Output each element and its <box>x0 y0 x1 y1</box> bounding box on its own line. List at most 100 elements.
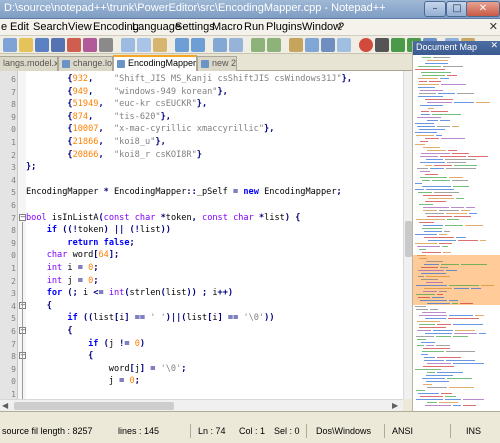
close-file-icon[interactable] <box>67 38 81 52</box>
tab-langs-model-xml[interactable]: langs.model.xml <box>0 56 58 71</box>
vertical-scroll-thumb[interactable] <box>405 221 412 257</box>
status-divider <box>450 424 451 438</box>
menu-plugins[interactable]: Plugins <box>266 21 302 33</box>
document-map-line <box>449 315 473 316</box>
indent-guide-icon[interactable] <box>337 38 351 52</box>
document-map-line <box>437 372 463 373</box>
document-map-line <box>424 360 444 361</box>
document-map-line <box>445 396 456 397</box>
fold-toggle-icon[interactable]: − <box>19 213 26 221</box>
document-map-close-icon[interactable]: ✕ <box>490 41 498 51</box>
document-map-line <box>420 90 443 91</box>
paste-icon[interactable] <box>153 38 167 52</box>
new-file-icon[interactable] <box>3 38 17 52</box>
document-map-line <box>447 378 472 379</box>
document-map-line <box>461 264 487 265</box>
document-map-line <box>446 351 475 352</box>
save-icon[interactable] <box>35 38 49 52</box>
menu-language[interactable]: Language <box>132 21 181 33</box>
minimize-button[interactable]: – <box>424 1 446 17</box>
code-line[interactable]: }; <box>26 158 36 177</box>
document-map-line <box>427 372 435 373</box>
document-map-line <box>430 309 438 310</box>
document-map-line <box>430 168 444 169</box>
code-line[interactable]: for (; i <= int(strlen(list)) ; i++) <box>26 284 233 303</box>
menu-edit[interactable]: Edit <box>10 21 29 33</box>
menu-search[interactable]: Search <box>33 21 68 33</box>
show-all-chars-icon[interactable] <box>321 38 335 52</box>
record-macro-icon[interactable] <box>359 38 373 52</box>
document-map-line <box>448 150 457 151</box>
cut-icon[interactable] <box>121 38 135 52</box>
redo-icon[interactable] <box>191 38 205 52</box>
fold-guide-line <box>22 221 23 399</box>
document-map-preview[interactable] <box>413 55 500 411</box>
document-map-line <box>420 396 443 397</box>
document-map-line <box>422 252 441 253</box>
document-map-line <box>424 288 452 289</box>
document-map-line <box>451 207 464 208</box>
document-map-line <box>463 405 476 406</box>
document-map-line <box>423 225 443 226</box>
document-map-line <box>426 345 434 346</box>
document-map-line <box>476 102 490 103</box>
document-map-line <box>475 315 484 316</box>
open-file-icon[interactable] <box>19 38 33 52</box>
code-line[interactable]: {20866, "koi8_r csKOI8R"} <box>26 146 202 165</box>
play-macro-icon[interactable] <box>391 38 405 52</box>
code-line[interactable]: EncodingMapper * EncodingMapper::_pSelf … <box>26 183 342 202</box>
copy-icon[interactable] <box>137 38 151 52</box>
print-icon[interactable] <box>99 38 113 52</box>
status-bar: source fil length : 8257 lines : 145 Ln … <box>0 411 500 443</box>
status-eol-format: Dos\Windows <box>316 426 372 436</box>
tab-change-log[interactable]: change.log <box>58 56 113 71</box>
document-map-line <box>447 75 457 76</box>
menu-window[interactable]: Window <box>302 21 341 33</box>
document-map-line <box>446 270 457 271</box>
scroll-right-arrow-icon[interactable]: ▶ <box>392 401 398 410</box>
close-all-icon[interactable] <box>83 38 97 52</box>
word-wrap-icon[interactable] <box>305 38 319 52</box>
document-map-title: Document Map <box>416 42 478 52</box>
stop-macro-icon[interactable] <box>375 38 389 52</box>
code-line[interactable]: j = 0; <box>26 372 140 391</box>
save-all-icon[interactable] <box>51 38 65 52</box>
document-map-line <box>421 342 435 343</box>
menu-macro[interactable]: Macro <box>212 21 243 33</box>
zoom-in-icon[interactable] <box>251 38 265 52</box>
editor-vertical-scrollbar[interactable] <box>403 71 412 399</box>
close-document-icon[interactable]: ✕ <box>489 20 498 33</box>
document-map-line <box>439 210 459 211</box>
document-map-line <box>417 321 440 322</box>
scroll-left-arrow-icon[interactable]: ◀ <box>2 401 8 410</box>
document-map-line <box>416 135 434 136</box>
menu-run[interactable]: Run <box>244 21 264 33</box>
tab-encodingmapper-cpp[interactable]: EncodingMapper.cpp <box>113 55 197 71</box>
document-map-line <box>421 267 438 268</box>
document-map-line <box>417 345 424 346</box>
horizontal-scroll-thumb[interactable] <box>14 402 174 410</box>
tab-new-2[interactable]: new 2 <box>197 56 237 71</box>
menu-settings[interactable]: Settings <box>175 21 215 33</box>
document-map-line <box>436 336 451 337</box>
close-button[interactable]: ✕ <box>466 1 500 17</box>
sync-scroll-icon[interactable] <box>289 38 303 52</box>
document-map-line <box>434 165 452 166</box>
editor-horizontal-scrollbar[interactable]: ◀ ▶ <box>0 399 403 411</box>
code-editor[interactable]: 6 {932, "Shift_JIS MS_Kanji csShiftJIS c… <box>0 71 403 399</box>
document-map-line <box>432 180 450 181</box>
find-icon[interactable] <box>213 38 227 52</box>
zoom-out-icon[interactable] <box>267 38 281 52</box>
document-map-line <box>425 138 439 139</box>
undo-icon[interactable] <box>175 38 189 52</box>
menu-view[interactable]: View <box>68 21 92 33</box>
replace-icon[interactable] <box>229 38 243 52</box>
menu-help[interactable]: ? <box>338 21 344 33</box>
document-map-line <box>418 78 438 79</box>
menu-file[interactable]: e <box>1 21 7 33</box>
document-map-line <box>418 270 444 271</box>
document-map-line <box>454 216 471 217</box>
document-map-line <box>443 66 463 67</box>
document-map-line <box>422 180 430 181</box>
maximize-button[interactable]: □ <box>446 1 468 17</box>
